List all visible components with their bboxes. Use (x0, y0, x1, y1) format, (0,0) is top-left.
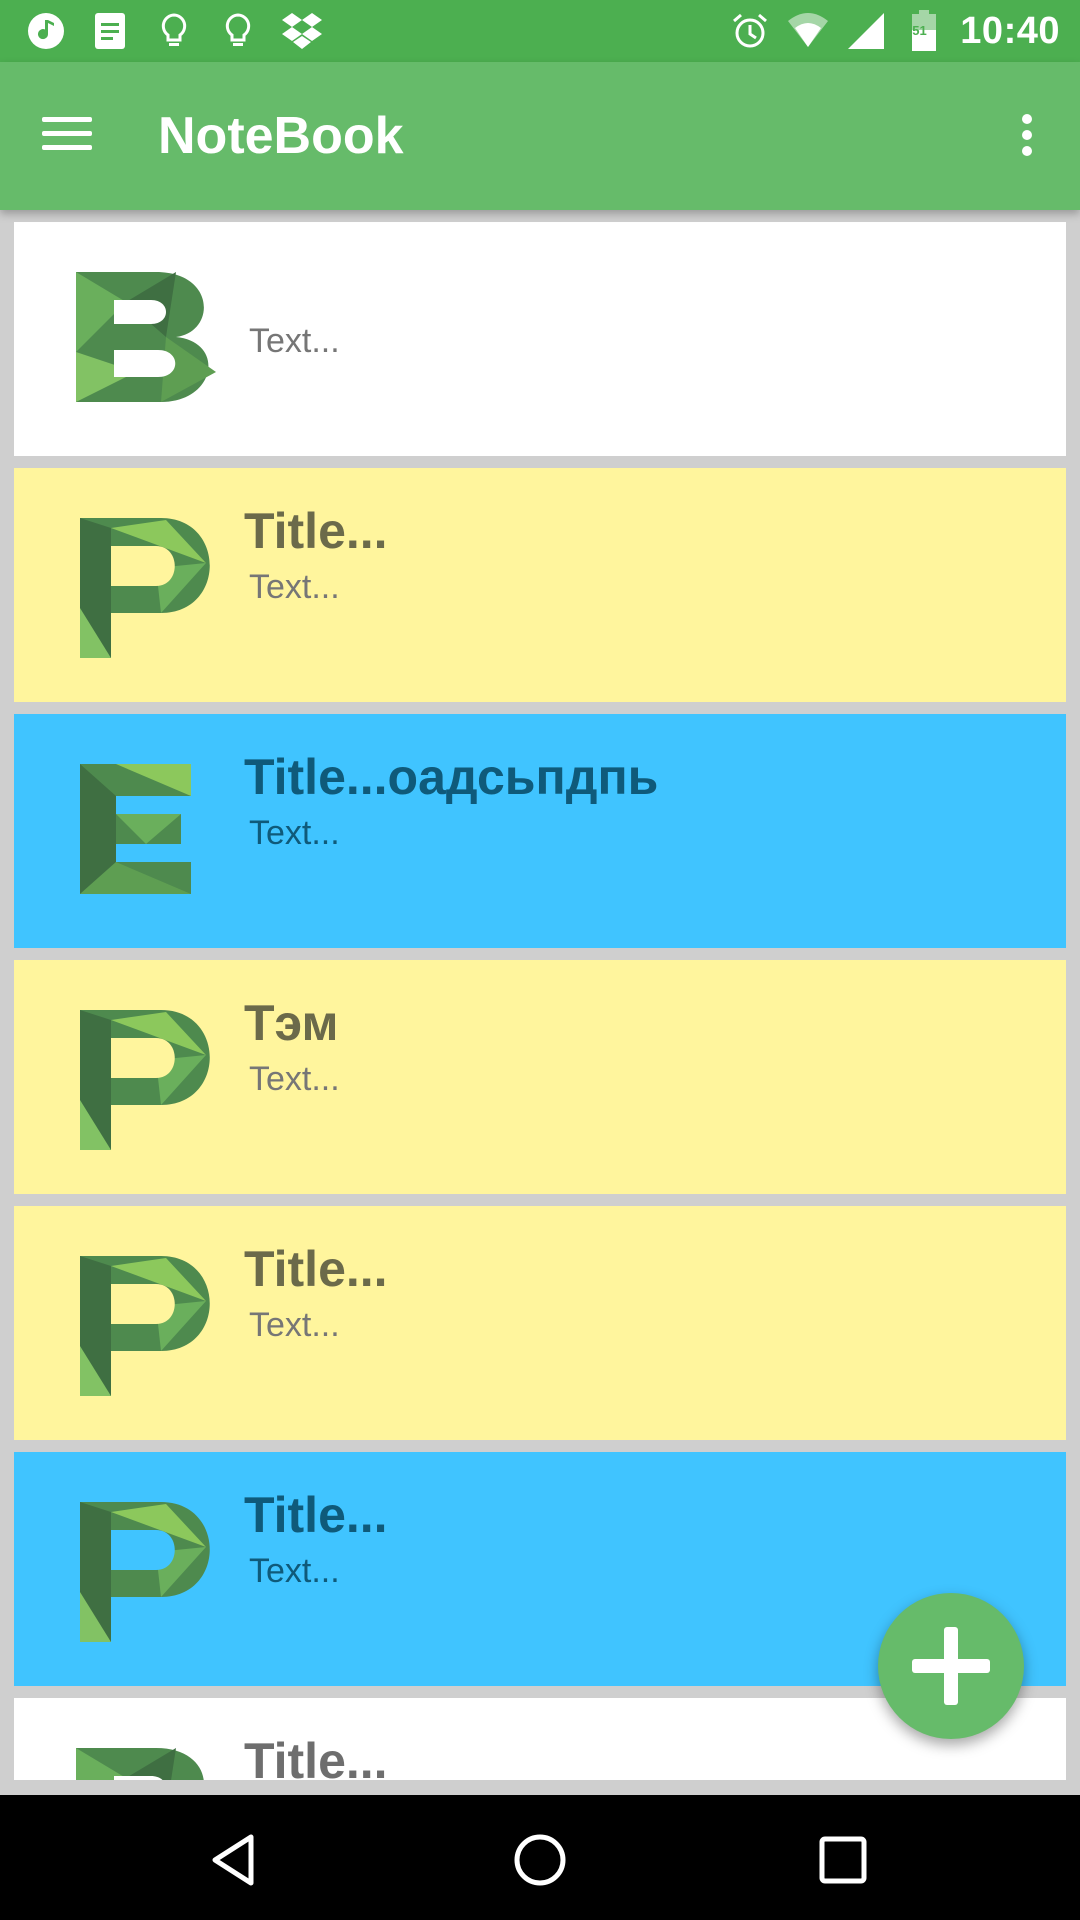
music-icon (24, 9, 68, 53)
letter-e-icon (80, 764, 191, 894)
alarm-icon (728, 9, 772, 53)
dropbox-icon (280, 9, 324, 53)
letter-p-icon (80, 518, 210, 658)
note-text: Text... (249, 1306, 340, 1344)
status-bar: 51 10:40 (0, 0, 1080, 62)
note-title: Title... (244, 1733, 388, 1780)
note-title: Тэм (244, 995, 339, 1051)
menu-icon[interactable] (42, 108, 102, 164)
recents-icon[interactable] (808, 1825, 878, 1895)
notification-icons (24, 8, 324, 54)
notes-list[interactable]: Text... Title... Text... Title...оадсьпд… (0, 222, 1080, 1780)
wifi-icon (786, 9, 830, 53)
app-toolbar: NoteBook (0, 62, 1080, 210)
app-title: NoteBook (158, 107, 404, 165)
bulb-icon (152, 9, 196, 53)
back-icon[interactable] (201, 1825, 271, 1895)
note-text: Text... (249, 1060, 340, 1098)
note-title: Title...оадсьпдпь (244, 749, 659, 805)
battery-level: 51 (912, 23, 927, 38)
note-title: Title... (244, 1487, 388, 1543)
add-note-button[interactable] (878, 1593, 1024, 1739)
note-text: Text... (249, 1552, 340, 1590)
note-title: Title... (244, 503, 388, 559)
signal-icon (844, 9, 888, 53)
note-icon (88, 9, 132, 53)
navigation-bar (0, 1795, 1080, 1920)
note-text: Text... (249, 322, 340, 360)
note-text: Text... (249, 814, 340, 852)
note-card[interactable]: Text... (14, 222, 1066, 456)
letter-p-icon (80, 1010, 210, 1150)
note-card[interactable]: Тэм Text... (14, 960, 1066, 1194)
system-icons: 51 10:40 (728, 8, 1060, 54)
home-icon[interactable] (505, 1825, 575, 1895)
letter-b-icon (76, 272, 216, 402)
letter-p-icon (80, 1256, 210, 1396)
letter-b-icon (76, 1748, 204, 1780)
bulb-icon (216, 9, 260, 53)
note-title: Title... (244, 1241, 388, 1297)
clock: 10:40 (960, 9, 1060, 52)
note-card[interactable]: Title... Text... (14, 1206, 1066, 1440)
letter-p-icon (80, 1502, 210, 1642)
note-card[interactable]: Title... Text... (14, 468, 1066, 702)
battery-icon: 51 (902, 9, 946, 53)
note-card[interactable]: Title...оадсьпдпь Text... (14, 714, 1066, 948)
note-text: Text... (249, 568, 340, 606)
more-vert-icon[interactable] (1012, 108, 1042, 168)
